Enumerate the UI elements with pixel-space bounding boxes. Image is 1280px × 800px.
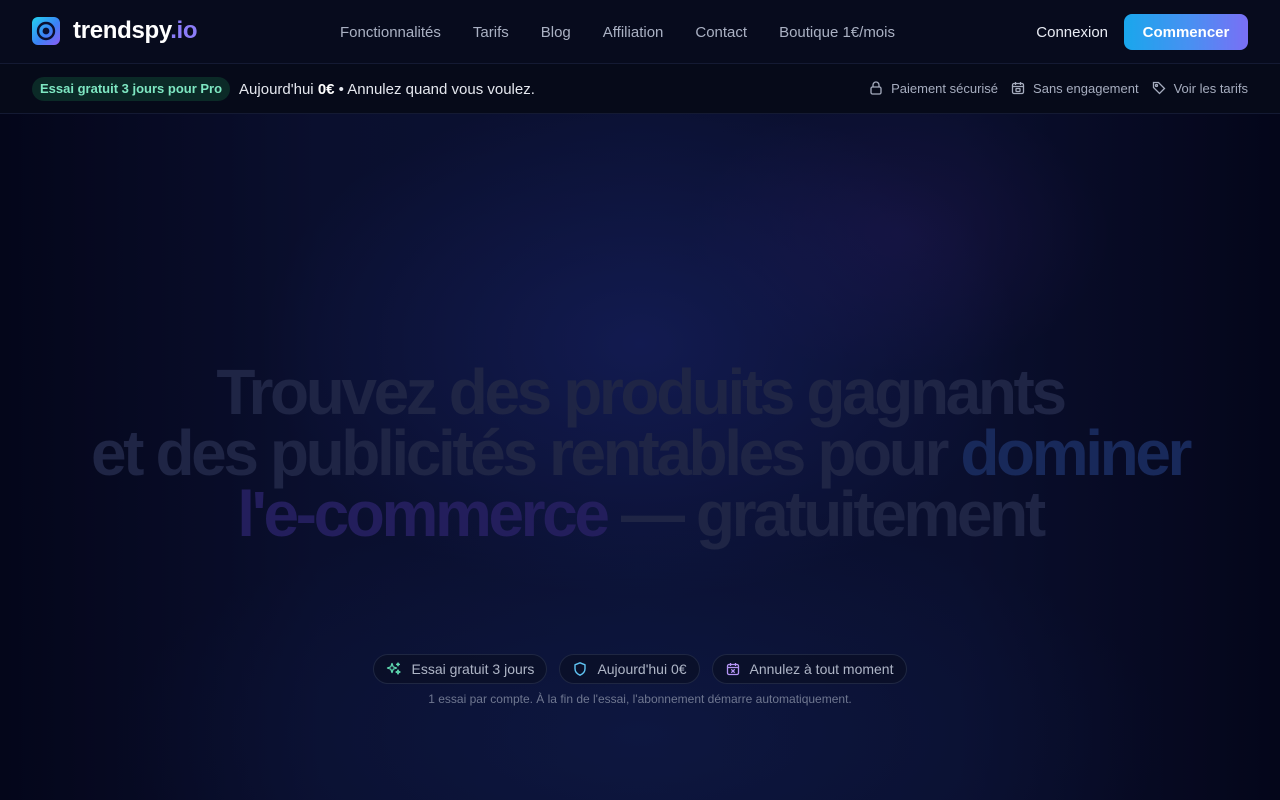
headline-line-3: l'e-commerce — gratuitement [237, 478, 1046, 550]
get-started-button[interactable]: Commencer [1124, 14, 1248, 50]
promo-bar: Essai gratuit 3 jours pour Pro Aujourd'h… [0, 64, 1280, 114]
trial-disclaimer: 1 essai par compte. À la fin de l'essai,… [428, 692, 852, 706]
headline-line-1: Trouvez des produits gagnants [216, 356, 1067, 428]
hero-headline: Trouvez des produits gagnants et des pub… [0, 356, 1280, 550]
trial-badge: Essai gratuit 3 jours pour Pro [32, 77, 231, 101]
logo-wordmark: trendspy.io [73, 17, 198, 44]
tag-icon [1152, 81, 1165, 95]
login-link[interactable]: Connexion [1036, 24, 1108, 41]
logo-link[interactable]: trendspy.io [32, 17, 198, 45]
chip-free-trial: Essai gratuit 3 jours [373, 654, 548, 684]
nav-link-features[interactable]: Fonctionnalités [340, 24, 441, 41]
no-commitment-item: Sans engagement [1010, 80, 1139, 96]
hero-section: Trouvez des produits gagnants et des pub… [0, 114, 1280, 800]
top-navbar: trendspy.io Fonctionnalités Tarifs Blog … [0, 0, 1280, 64]
nav-link-pricing[interactable]: Tarifs [473, 24, 509, 41]
promo-left: Essai gratuit 3 jours pour Pro Aujourd'h… [32, 77, 535, 101]
chip-cancel-anytime: Annulez à tout moment [711, 654, 907, 684]
calendar-x-icon [726, 663, 739, 676]
nav-link-shop[interactable]: Boutique 1€/mois [779, 24, 895, 41]
nav-link-affiliation[interactable]: Affiliation [603, 24, 664, 41]
nav-link-contact[interactable]: Contact [695, 24, 747, 41]
sparkles-icon [387, 662, 402, 675]
eye-logo-icon [32, 17, 60, 45]
promo-reassurance: Paiement sécurisé Sans engagement Voir l… [868, 80, 1248, 96]
secure-payment-item: Paiement sécurisé [868, 80, 998, 96]
promo-text: Aujourd'hui 0€ • Annulez quand vous voul… [239, 80, 535, 98]
chip-today-free: Aujourd'hui 0€ [559, 654, 700, 684]
hero-chips: Essai gratuit 3 jours Aujourd'hui 0€ Ann… [0, 654, 1280, 684]
nav-link-blog[interactable]: Blog [541, 24, 571, 41]
calendar-icon [1011, 82, 1025, 95]
main-nav: Fonctionnalités Tarifs Blog Affiliation … [340, 0, 927, 64]
nav-actions: Connexion Commencer [1036, 14, 1248, 50]
see-pricing-link[interactable]: Voir les tarifs [1151, 80, 1248, 96]
lock-icon [870, 81, 882, 95]
shield-icon [574, 662, 587, 676]
headline-line-2: et des publicités rentables pour dominer [90, 417, 1192, 489]
